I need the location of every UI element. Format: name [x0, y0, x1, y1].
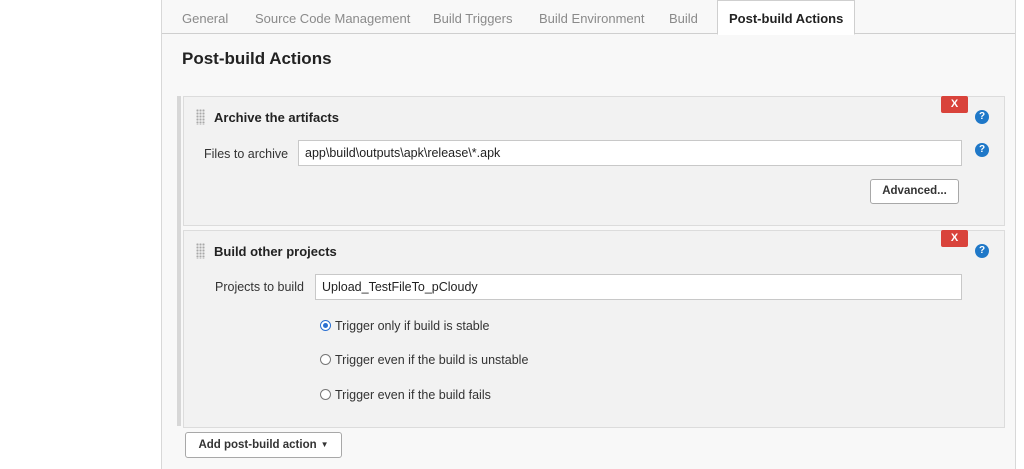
tab-general[interactable]: General	[182, 0, 228, 34]
files-to-archive-input[interactable]	[298, 140, 962, 166]
caret-down-icon: ▼	[320, 440, 329, 449]
delete-build-other-button[interactable]: X	[941, 230, 968, 247]
build-other-projects-title: Build other projects	[214, 244, 337, 259]
radio-unselected-icon[interactable]	[320, 389, 331, 400]
add-post-build-action-button[interactable]: Add post-build action ▼	[185, 432, 342, 458]
help-files-icon[interactable]: ?	[975, 143, 989, 157]
tab-build-triggers[interactable]: Build Triggers	[433, 0, 512, 34]
tab-post-build-actions[interactable]: Post-build Actions	[717, 0, 856, 35]
delete-archive-button[interactable]: X	[941, 96, 968, 113]
build-other-projects-block: Build other projects X ? Projects to bui…	[183, 230, 1005, 428]
radio-label: Trigger even if the build is unstable	[335, 353, 529, 367]
radio-selected-icon[interactable]	[320, 320, 331, 331]
radio-unselected-icon[interactable]	[320, 354, 331, 365]
projects-to-build-input[interactable]	[315, 274, 962, 300]
help-archive-icon[interactable]: ?	[975, 110, 989, 124]
tab-build-environment[interactable]: Build Environment	[539, 0, 645, 34]
projects-to-build-label: Projects to build	[215, 280, 304, 294]
add-post-build-action-label: Add post-build action	[198, 439, 317, 451]
section-divider	[177, 96, 181, 426]
config-panel: General Source Code Management Build Tri…	[161, 0, 1016, 469]
tab-build[interactable]: Build	[669, 0, 698, 34]
advanced-button[interactable]: Advanced...	[870, 179, 959, 204]
radio-trigger-stable[interactable]: Trigger only if build is stable	[320, 319, 489, 333]
help-build-other-icon[interactable]: ?	[975, 244, 989, 258]
archive-artifacts-title: Archive the artifacts	[214, 110, 339, 125]
tab-bar: General Source Code Management Build Tri…	[162, 0, 1015, 35]
drag-handle-icon[interactable]	[196, 243, 205, 259]
archive-artifacts-block: Archive the artifacts X ? Files to archi…	[183, 96, 1005, 226]
page-title: Post-build Actions	[182, 49, 332, 68]
files-to-archive-label: Files to archive	[204, 147, 289, 161]
radio-label: Trigger only if build is stable	[335, 319, 490, 333]
radio-label: Trigger even if the build fails	[335, 388, 491, 402]
drag-handle-icon[interactable]	[196, 109, 205, 125]
radio-trigger-unstable[interactable]: Trigger even if the build is unstable	[320, 353, 528, 367]
radio-trigger-fails[interactable]: Trigger even if the build fails	[320, 388, 491, 402]
tab-source-code-management[interactable]: Source Code Management	[255, 0, 410, 34]
